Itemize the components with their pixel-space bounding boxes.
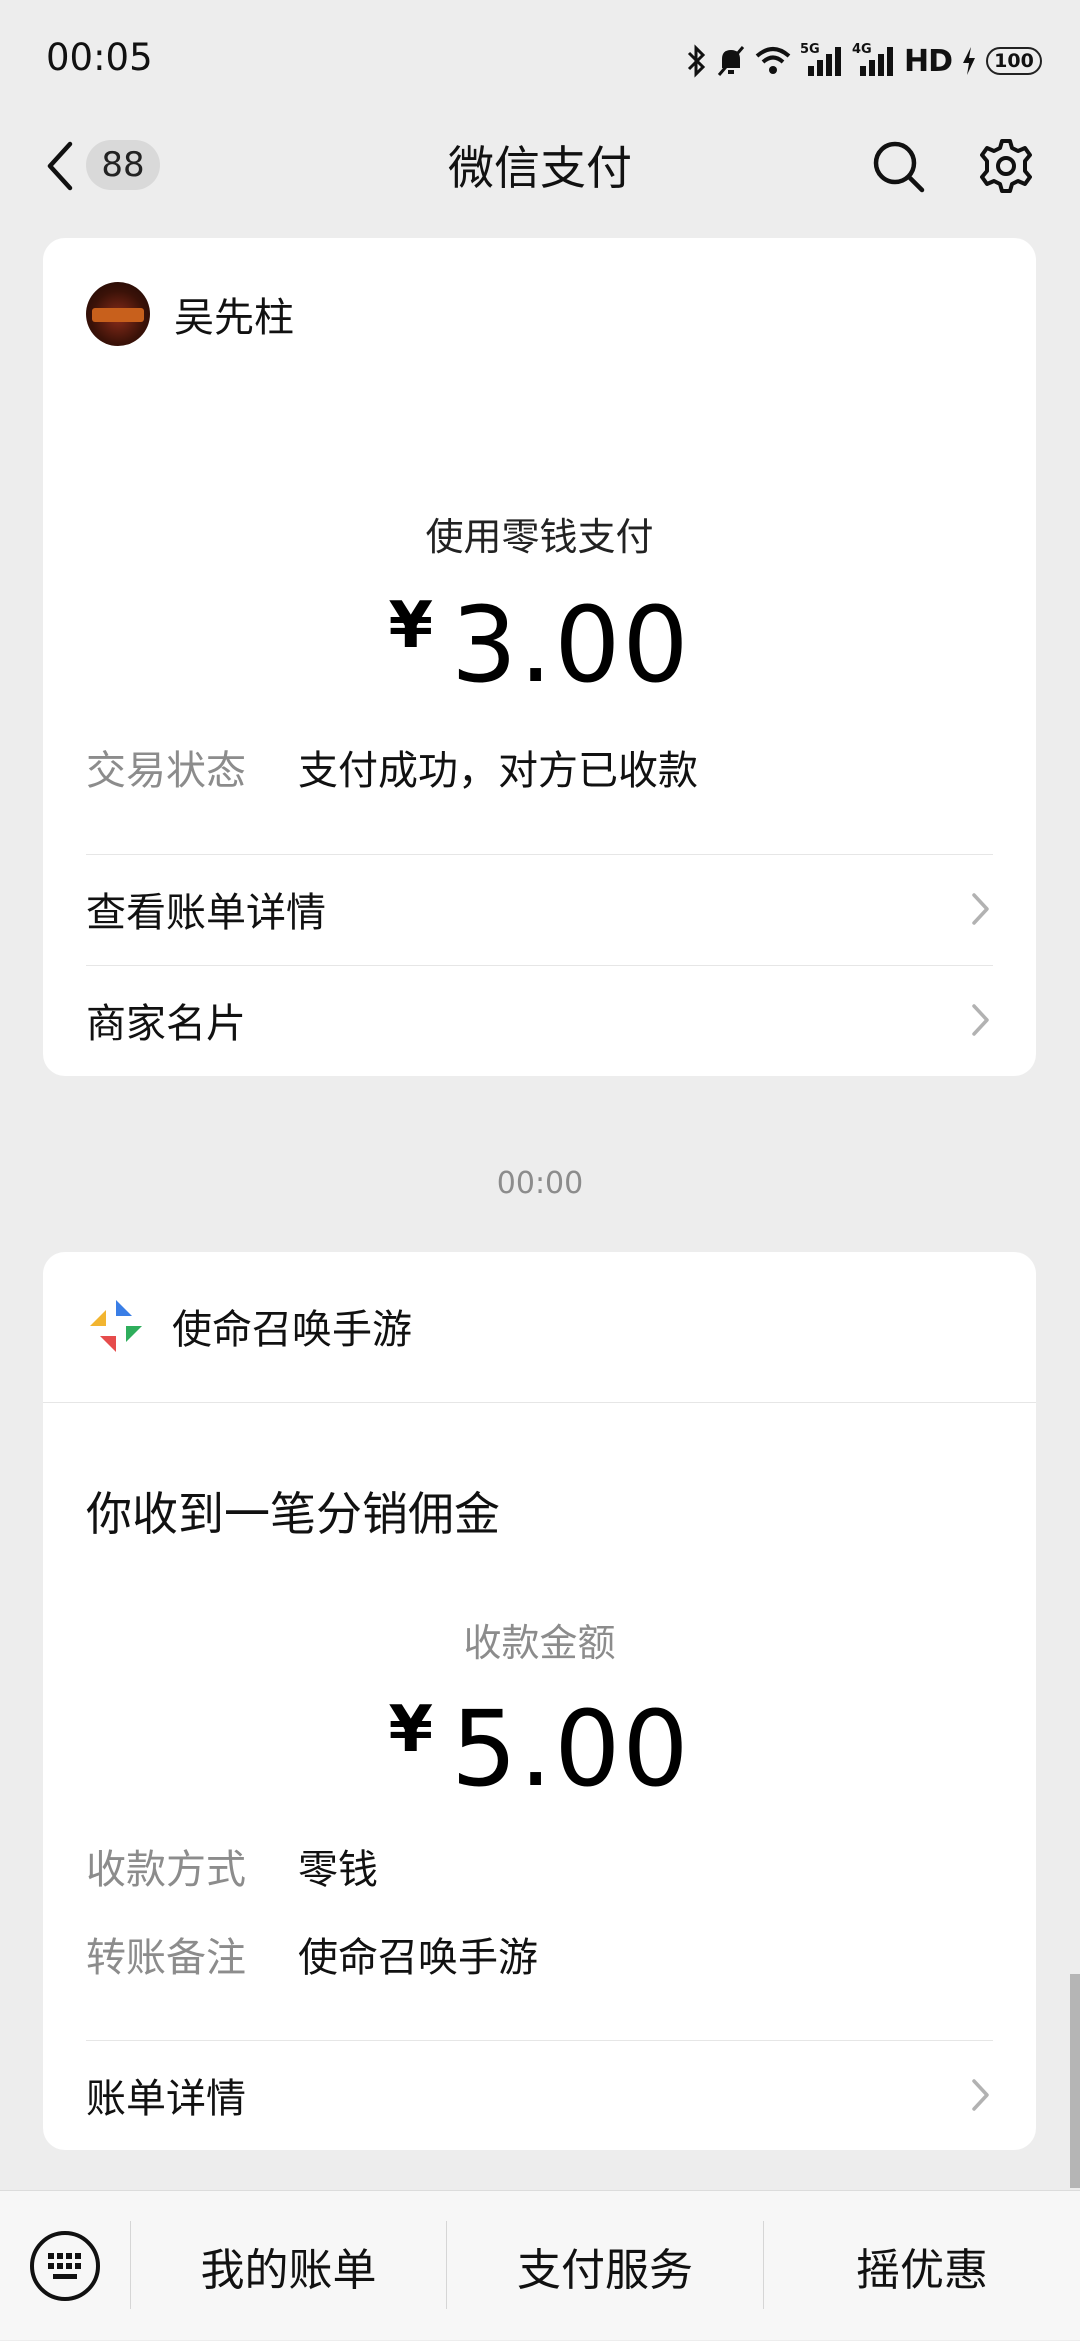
link-label: 账单详情 [86,2076,246,2122]
commission-amount: ¥5.00 [43,1688,1036,1810]
commission-card: 使命召唤手游 你收到一笔分销佣金 收款金额 ¥5.00 收款方式 零钱 转账备注… [43,1252,1036,2150]
merchant-logo-icon [90,1300,142,1352]
signal-5g-icon: 5G [800,42,844,78]
hd-voice-indicator: HD [903,43,953,79]
settings-button[interactable] [976,136,1036,196]
search-icon [873,141,925,193]
payment-card: 吴先柱 使用零钱支付 ¥3.00 交易状态 支付成功，对方已收款 查看账单详情 … [43,238,1036,1076]
merchant-name: 使命召唤手游 [172,1307,412,1353]
gear-icon [980,139,1032,193]
search-button[interactable] [868,136,928,196]
avatar [86,282,150,346]
payee-name: 吴先柱 [174,295,294,341]
my-bills-menu[interactable]: 我的账单 [131,2191,446,2341]
nav-bar: 88 微信支付 [0,110,1080,222]
signal-4g-icon: 4G [852,42,896,78]
message-timestamp: 00:00 [496,1166,584,1201]
bottom-menu-bar: 我的账单 支付服务 摇优惠 [0,2190,1080,2340]
keyboard-icon [30,2231,100,2301]
payment-method: 使用零钱支付 [425,515,654,559]
payment-services-menu[interactable]: 支付服务 [447,2191,763,2341]
shake-offers-menu[interactable]: 摇优惠 [764,2191,1080,2341]
wifi-icon [755,47,791,74]
keyboard-toggle-button[interactable] [28,2229,102,2303]
scrollbar-thumb[interactable] [1070,1974,1080,2188]
notice-text: 你收到一笔分销佣金 [86,1487,500,1541]
amount-value: 3.00 [450,584,691,706]
battery-icon: 100 [986,47,1042,75]
detail-label: 收款方式 [86,1847,246,1893]
currency-symbol: ¥ [388,589,433,663]
divider [43,1402,1036,1403]
link-label: 商家名片 [86,1001,246,1047]
transfer-note-row: 转账备注 使命召唤手游 [86,1925,538,1983]
mute-bell-icon [717,46,745,76]
payment-amount: ¥3.00 [43,584,1036,706]
status-icons: 5G 4G HD 100 [686,36,1042,86]
status-value: 支付成功，对方已收款 [298,748,698,794]
status-bar: 00:05 5G 4G HD 100 [0,0,1080,110]
status-label: 交易状态 [86,748,246,794]
receive-amount-label: 收款金额 [463,1621,616,1665]
link-label: 查看账单详情 [86,890,326,936]
chevron-right-icon [972,893,989,925]
chevron-right-icon [972,1004,989,1036]
merchant-header[interactable]: 使命召唤手游 [86,1296,412,1356]
charging-icon [963,47,975,75]
detail-value: 零钱 [298,1847,378,1893]
detail-label: 转账备注 [86,1935,246,1981]
transaction-status-row: 交易状态 支付成功，对方已收款 [86,738,698,796]
merchant-card-link[interactable]: 商家名片 [86,965,993,1075]
bluetooth-icon [687,44,706,78]
view-bill-details-link[interactable]: 查看账单详情 [86,854,993,964]
amount-value: 5.00 [450,1688,691,1810]
chevron-right-icon [972,2079,989,2111]
payee-header[interactable]: 吴先柱 [86,282,294,346]
receive-method-row: 收款方式 零钱 [86,1837,378,1895]
bill-details-link[interactable]: 账单详情 [86,2040,993,2150]
status-time: 00:05 [46,36,153,79]
currency-symbol: ¥ [388,1693,433,1767]
detail-value: 使命召唤手游 [298,1935,538,1981]
